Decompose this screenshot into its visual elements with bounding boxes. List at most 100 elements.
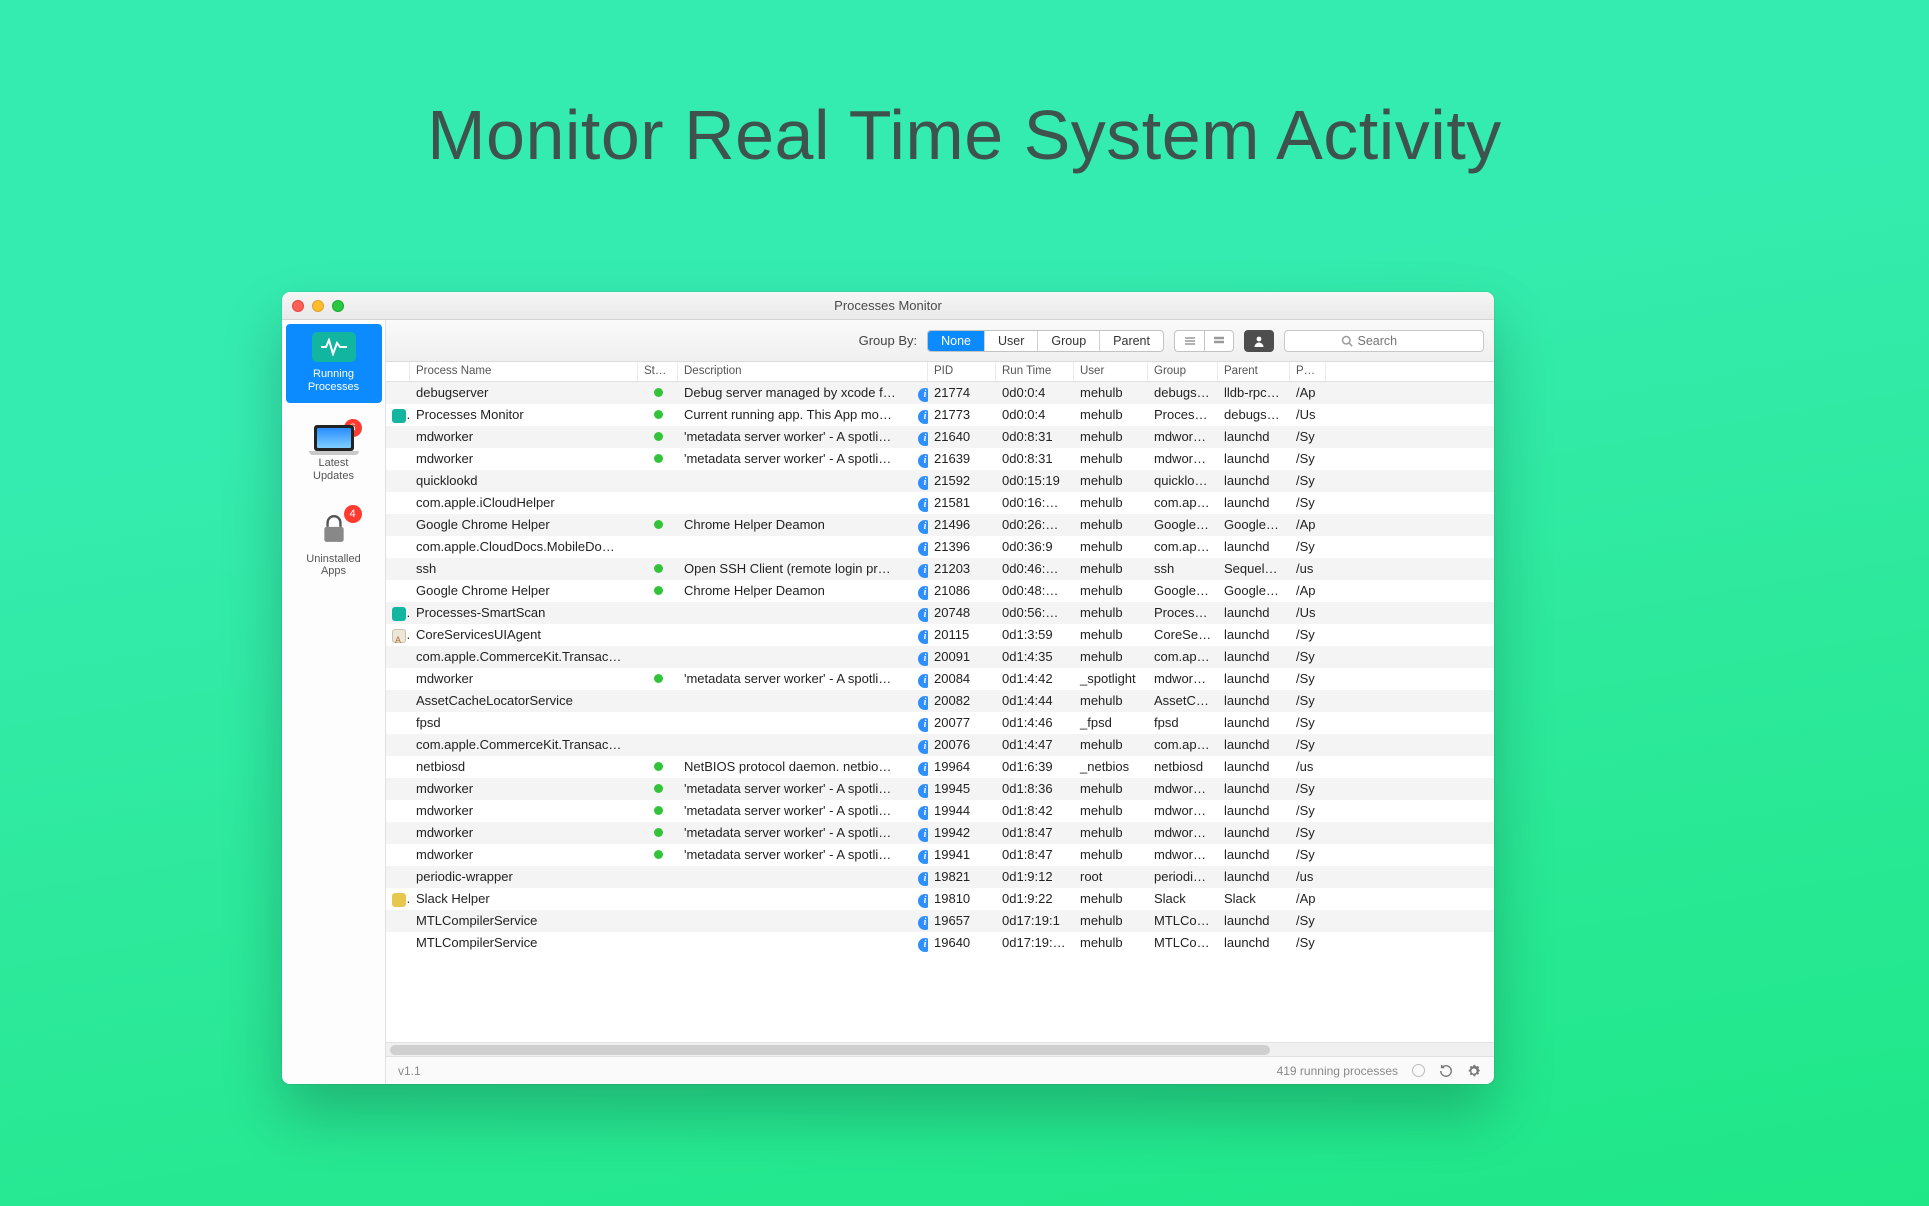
cell-pid: 19821 — [928, 866, 996, 888]
process-name: CoreServicesUIAgent — [410, 624, 638, 646]
info-icon[interactable]: i — [918, 806, 928, 820]
cell-parent: launchd — [1218, 844, 1290, 866]
table-row[interactable]: com.apple.CommerceKit.Transac…i200910d1:… — [386, 646, 1494, 668]
col-path[interactable]: Path — [1290, 362, 1326, 381]
table-row[interactable]: Google Chrome HelperChrome Helper Deamon… — [386, 580, 1494, 602]
group-by-user[interactable]: User — [985, 331, 1038, 351]
cell-run: 0d0:48:… — [996, 580, 1074, 602]
info-icon[interactable]: i — [918, 828, 928, 842]
col-parent[interactable]: Parent — [1218, 362, 1290, 381]
table-row[interactable]: MTLCompilerServicei196570d17:19:1mehulbM… — [386, 910, 1494, 932]
search-field[interactable] — [1284, 330, 1484, 352]
process-name: Google Chrome Helper — [410, 514, 638, 536]
table-row[interactable]: mdworker'metadata server worker' - A spo… — [386, 800, 1494, 822]
cell-pid: 19964 — [928, 756, 996, 778]
info-icon[interactable]: i — [918, 696, 928, 710]
table-row[interactable]: com.apple.CloudDocs.MobileDo…i213960d0:3… — [386, 536, 1494, 558]
info-icon[interactable]: i — [918, 652, 928, 666]
info-icon[interactable]: i — [918, 564, 928, 578]
cell-run: 0d0:15:19 — [996, 470, 1074, 492]
cell-parent: launchd — [1218, 668, 1290, 690]
info-icon[interactable]: i — [918, 476, 928, 490]
info-icon[interactable]: i — [918, 894, 928, 908]
table-row[interactable]: netbiosdNetBIOS protocol daemon. netbio…… — [386, 756, 1494, 778]
info-icon[interactable]: i — [918, 388, 928, 402]
table-body[interactable]: debugserverDebug server managed by xcode… — [386, 382, 1494, 1042]
process-name: Processes-SmartScan — [410, 602, 638, 624]
view-mode-cozy[interactable] — [1204, 330, 1234, 352]
table-row[interactable]: Processes MonitorCurrent running app. Th… — [386, 404, 1494, 426]
cell-pid: 20076 — [928, 734, 996, 756]
cell-group: netbiosd — [1148, 756, 1218, 778]
table-row[interactable]: mdworker'metadata server worker' - A spo… — [386, 426, 1494, 448]
progress-ring-icon — [1410, 1063, 1426, 1079]
table-row[interactable]: mdworker'metadata server worker' - A spo… — [386, 844, 1494, 866]
cell-parent: launchd — [1218, 734, 1290, 756]
col-user[interactable]: User — [1074, 362, 1148, 381]
info-icon[interactable]: i — [918, 454, 928, 468]
info-icon[interactable]: i — [918, 542, 928, 556]
cell-group: com.ap… — [1148, 536, 1218, 558]
info-icon[interactable]: i — [918, 674, 928, 688]
horizontal-scrollbar[interactable] — [386, 1042, 1494, 1056]
info-icon[interactable]: i — [918, 850, 928, 864]
table-row[interactable]: com.apple.iCloudHelperi215810d0:16:…mehu… — [386, 492, 1494, 514]
cell-user: _spotlight — [1074, 668, 1148, 690]
user-filter-button[interactable] — [1244, 330, 1274, 352]
table-row[interactable]: mdworker'metadata server worker' - A spo… — [386, 448, 1494, 470]
info-icon[interactable]: i — [918, 432, 928, 446]
table-row[interactable]: fpsdi200770d1:4:46_fpsdfpsdlaunchd/Sy — [386, 712, 1494, 734]
col-pid[interactable]: PID — [928, 362, 996, 381]
table-row[interactable]: CoreServicesUIAgenti201150d1:3:59mehulbC… — [386, 624, 1494, 646]
col-status[interactable]: Status — [638, 362, 678, 381]
table-row[interactable]: mdworker'metadata server worker' - A spo… — [386, 822, 1494, 844]
table-row[interactable]: periodic-wrapperi198210d1:9:12rootperiod… — [386, 866, 1494, 888]
info-icon[interactable]: i — [918, 498, 928, 512]
info-icon[interactable]: i — [918, 520, 928, 534]
search-input[interactable] — [1358, 334, 1428, 348]
info-icon[interactable]: i — [918, 718, 928, 732]
cell-run: 0d0:36:9 — [996, 536, 1074, 558]
col-description[interactable]: Description — [678, 362, 928, 381]
info-icon[interactable]: i — [918, 608, 928, 622]
col-process-name[interactable]: Process Name — [410, 362, 638, 381]
group-by-none[interactable]: None — [928, 331, 985, 351]
group-by-group[interactable]: Group — [1038, 331, 1100, 351]
table-row[interactable]: sshOpen SSH Client (remote login pr…i212… — [386, 558, 1494, 580]
table-header: Process Name Status Description PID Run … — [386, 362, 1494, 382]
process-name: mdworker — [410, 778, 638, 800]
view-mode-compact[interactable] — [1174, 330, 1204, 352]
table-row[interactable]: mdworker'metadata server worker' - A spo… — [386, 668, 1494, 690]
info-icon[interactable]: i — [918, 872, 928, 886]
table-row[interactable]: mdworker'metadata server worker' - A spo… — [386, 778, 1494, 800]
refresh-button[interactable] — [1438, 1063, 1454, 1079]
cell-parent: launchd — [1218, 624, 1290, 646]
process-name: Slack Helper — [410, 888, 638, 910]
info-icon[interactable]: i — [918, 740, 928, 754]
table-row[interactable]: Google Chrome HelperChrome Helper Deamon… — [386, 514, 1494, 536]
group-by-parent[interactable]: Parent — [1100, 331, 1163, 351]
sidebar-uninstalled-apps[interactable]: 4 Uninstalled Apps — [286, 503, 382, 588]
sidebar-latest-updates[interactable]: 6 Latest Updates — [286, 417, 382, 492]
table-row[interactable]: quicklookdi215920d0:15:19mehulbquicklo…l… — [386, 470, 1494, 492]
info-icon[interactable]: i — [918, 784, 928, 798]
info-icon[interactable]: i — [918, 410, 928, 424]
cell-user: mehulb — [1074, 778, 1148, 800]
table-row[interactable]: com.apple.CommerceKit.Transac…i200760d1:… — [386, 734, 1494, 756]
info-icon[interactable]: i — [918, 938, 928, 952]
cell-user: mehulb — [1074, 536, 1148, 558]
table-row[interactable]: Processes-SmartScani207480d0:56:…mehulbP… — [386, 602, 1494, 624]
table-row[interactable]: AssetCacheLocatorServicei200820d1:4:44me… — [386, 690, 1494, 712]
info-icon[interactable]: i — [918, 762, 928, 776]
col-runtime[interactable]: Run Time — [996, 362, 1074, 381]
cell-pid: 19945 — [928, 778, 996, 800]
table-row[interactable]: Slack Helperi198100d1:9:22mehulbSlackSla… — [386, 888, 1494, 910]
sidebar-running-processes[interactable]: Running Processes — [286, 324, 382, 403]
info-icon[interactable]: i — [918, 586, 928, 600]
col-group[interactable]: Group — [1148, 362, 1218, 381]
table-row[interactable]: MTLCompilerServicei196400d17:19:…mehulbM… — [386, 932, 1494, 954]
settings-button[interactable] — [1466, 1063, 1482, 1079]
table-row[interactable]: debugserverDebug server managed by xcode… — [386, 382, 1494, 404]
info-icon[interactable]: i — [918, 916, 928, 930]
info-icon[interactable]: i — [918, 630, 928, 644]
